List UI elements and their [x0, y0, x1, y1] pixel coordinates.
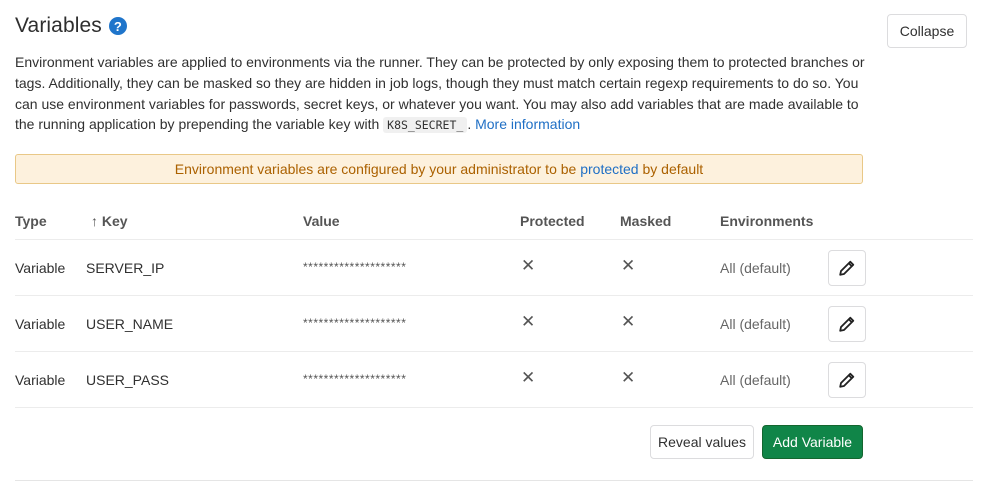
alert-text-after: by default	[638, 161, 704, 177]
add-variable-button[interactable]: Add Variable	[762, 425, 863, 459]
header-protected[interactable]: Protected	[520, 213, 585, 229]
description-text-after: .	[467, 116, 476, 133]
row-value: ********************	[303, 260, 407, 274]
header-environments[interactable]: Environments	[720, 213, 813, 229]
masked-x-icon: ✕	[621, 256, 636, 275]
row-type: Variable	[15, 260, 66, 276]
pencil-icon	[839, 316, 855, 332]
pencil-icon	[839, 372, 855, 388]
alert-text: Environment variables are configured by …	[174, 161, 581, 177]
edit-variable-button[interactable]	[828, 362, 866, 398]
table-header: Type ↑ Key Value Protected Masked Enviro…	[15, 200, 973, 240]
table-row: Variable USER_NAME ******************** …	[15, 296, 973, 352]
table-row: Variable USER_PASS ******************** …	[15, 352, 973, 408]
header-key[interactable]: ↑ Key	[91, 213, 128, 229]
edit-variable-button[interactable]	[828, 306, 866, 342]
protected-x-icon: ✕	[521, 368, 536, 387]
section-header: Variables ?	[15, 14, 127, 38]
question-circle-icon[interactable]: ?	[108, 17, 127, 35]
k8s-secret-code: K8S_SECRET_	[383, 117, 468, 134]
row-environment: All (default)	[720, 372, 791, 388]
pencil-icon	[839, 260, 855, 276]
header-type[interactable]: Type	[15, 213, 47, 229]
protected-x-icon: ✕	[521, 312, 536, 331]
masked-x-icon: ✕	[621, 312, 636, 331]
header-key-label: Key	[101, 213, 128, 229]
row-environment: All (default)	[720, 316, 791, 332]
row-environment: All (default)	[720, 260, 791, 276]
more-information-link[interactable]: More information	[475, 116, 580, 132]
collapse-button[interactable]: Collapse	[887, 14, 967, 48]
row-value: ********************	[303, 372, 407, 386]
reveal-values-button[interactable]: Reveal values	[650, 425, 754, 459]
variables-description: Environment variables are applied to env…	[15, 52, 865, 136]
page-title: Variables	[15, 14, 102, 37]
row-type: Variable	[15, 372, 66, 388]
row-key: USER_NAME	[86, 316, 174, 332]
row-value: ********************	[303, 316, 407, 330]
sort-arrow-up-icon: ↑	[91, 213, 98, 229]
row-type: Variable	[15, 316, 66, 332]
masked-x-icon: ✕	[621, 368, 636, 387]
protected-x-icon: ✕	[521, 256, 536, 275]
table-row: Variable SERVER_IP ******************** …	[15, 240, 973, 296]
section-divider	[15, 480, 973, 481]
variables-table: Type ↑ Key Value Protected Masked Enviro…	[15, 200, 973, 408]
header-masked[interactable]: Masked	[620, 213, 671, 229]
row-key: USER_PASS	[86, 372, 169, 388]
header-value[interactable]: Value	[303, 213, 340, 229]
edit-variable-button[interactable]	[828, 250, 866, 286]
protected-link[interactable]: protected	[580, 161, 638, 177]
protected-alert: Environment variables are configured by …	[15, 154, 863, 184]
row-key: SERVER_IP	[86, 260, 165, 276]
